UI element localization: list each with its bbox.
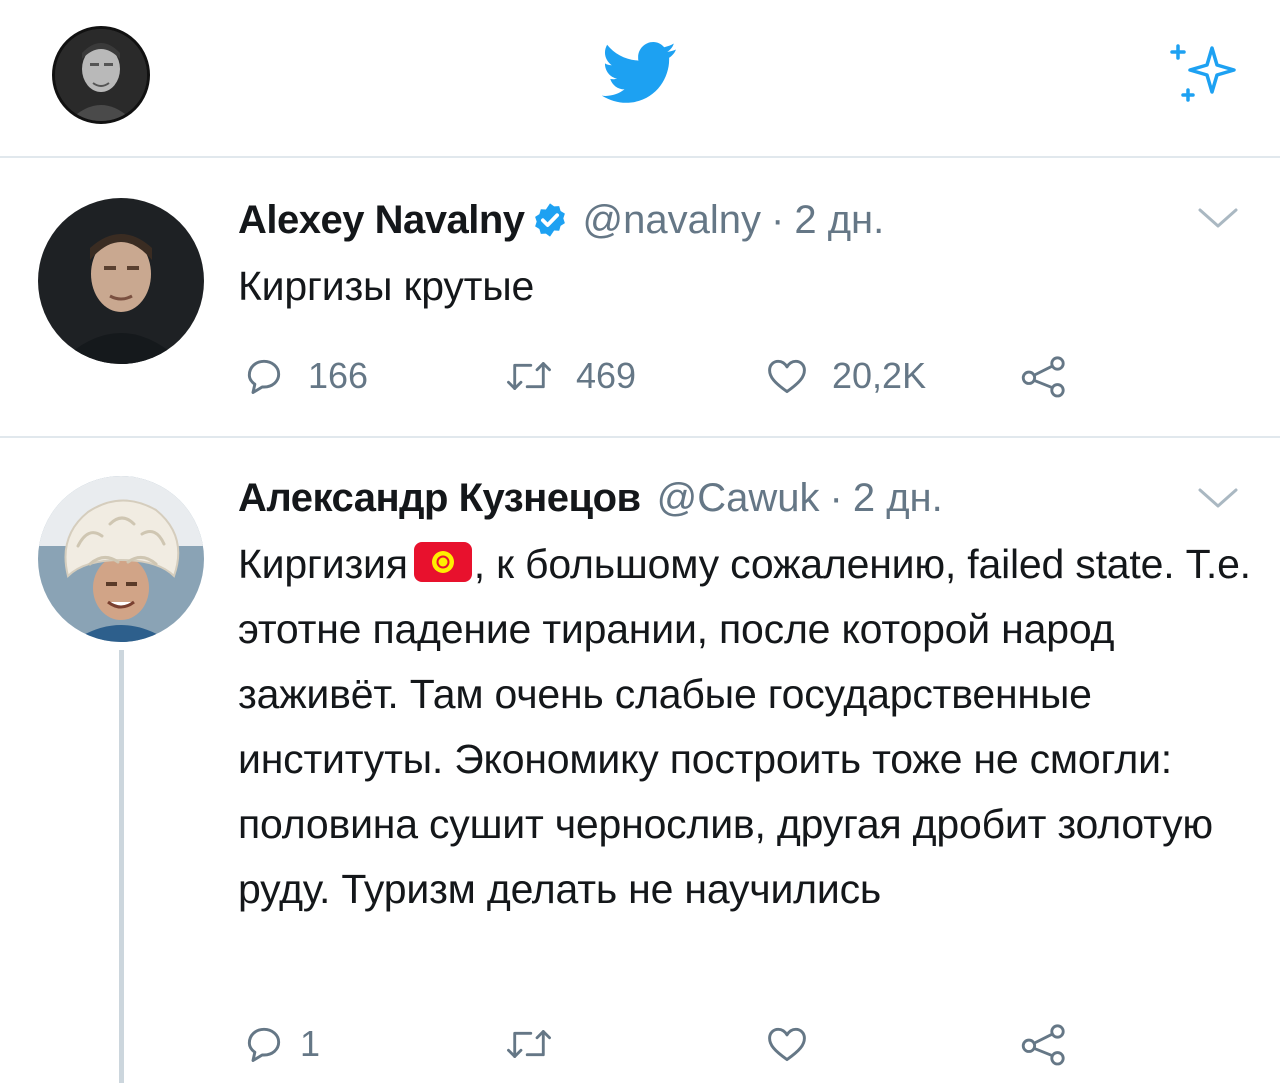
user-avatar[interactable] (52, 26, 150, 124)
reply-icon (247, 1027, 281, 1062)
display-name[interactable]: Alexey Navalny (238, 198, 525, 243)
heart-icon (768, 359, 806, 394)
heart-icon (768, 1027, 806, 1062)
chevron-down-icon[interactable] (1196, 204, 1240, 232)
retweet-count: 469 (576, 355, 637, 396)
reply-count: 1 (300, 1023, 321, 1064)
kyrgyzstan-flag-icon (413, 542, 472, 582)
like-button[interactable] (764, 1014, 832, 1074)
reply-button[interactable]: 1 (242, 1014, 320, 1074)
sparkle-icon[interactable] (1168, 38, 1244, 106)
tweet-header: Александр Кузнецов @Cawuk · 2 дн. (238, 470, 943, 526)
user-avatar-image (55, 29, 147, 121)
tweet-actions: 1 (238, 1014, 1138, 1074)
handle[interactable]: @Cawuk (657, 476, 820, 521)
share-icon (1021, 356, 1065, 398)
separator: · (771, 197, 785, 242)
share-icon (1021, 1024, 1065, 1066)
share-button[interactable] (1020, 1014, 1070, 1074)
thread-connector-line (119, 650, 124, 1083)
reply-icon (247, 359, 281, 394)
tweet[interactable]: Alexey Navalny @navalny · 2 дн. Киргизы … (0, 158, 1280, 436)
like-button[interactable]: 20,2K (764, 346, 926, 406)
tweet[interactable]: Александр Кузнецов @Cawuk · 2 дн. Киргиз… (0, 438, 1280, 1083)
tweet-text-rest: , к большому сожалению, failed state. Т.… (238, 541, 1251, 912)
top-app-bar (0, 0, 1280, 156)
tweet-actions: 166 469 20,2K (238, 346, 1138, 406)
tweet-text-start: Киргизия (238, 541, 408, 587)
tweet-header: Alexey Navalny @navalny · 2 дн. (238, 192, 884, 248)
author-avatar-image (38, 198, 204, 364)
handle[interactable]: @navalny (583, 198, 761, 243)
separator: · (829, 475, 843, 520)
retweet-icon (507, 362, 551, 390)
display-name[interactable]: Александр Кузнецов (238, 476, 641, 521)
retweet-icon (507, 1030, 551, 1058)
retweet-button[interactable] (504, 1014, 576, 1074)
verified-badge-icon (534, 203, 565, 237)
retweet-button[interactable]: 469 (504, 346, 636, 406)
timestamp[interactable]: 2 дн. (853, 476, 943, 521)
timestamp[interactable]: 2 дн. (794, 198, 884, 243)
twitter-bird-icon[interactable] (602, 42, 678, 104)
author-avatar[interactable] (38, 476, 204, 642)
author-avatar-image (38, 476, 204, 642)
reply-count: 166 (308, 355, 369, 396)
tweet-text: Киргизы крутые (238, 263, 535, 309)
author-avatar[interactable] (38, 198, 204, 364)
share-button[interactable] (1020, 346, 1070, 406)
like-count: 20,2K (832, 355, 927, 396)
reply-button[interactable]: 166 (242, 346, 368, 406)
chevron-down-icon[interactable] (1196, 484, 1240, 512)
tweet-text: Киргизия, к большому сожалению, failed s… (238, 532, 1268, 922)
